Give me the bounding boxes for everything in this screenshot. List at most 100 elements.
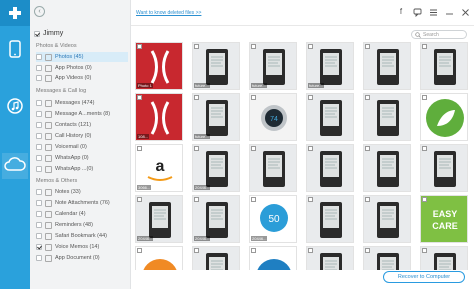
sidebar-item-app-videos[interactable]: App Videos (0)	[36, 73, 128, 83]
facebook-icon[interactable]: f	[396, 7, 406, 17]
thumbnail-label: 108...	[137, 134, 150, 139]
sidebar-item-message-attachments[interactable]: Message A...ments (8)	[36, 109, 128, 119]
thumbnail-label: future...	[308, 83, 324, 88]
photo-thumbnail[interactable]	[306, 93, 354, 141]
thumbnail-checkbox[interactable]	[308, 197, 313, 202]
photo-thumbnail[interactable]	[135, 246, 183, 270]
thumbnail-checkbox[interactable]	[308, 95, 313, 100]
thumbnail-checkbox[interactable]	[422, 146, 427, 151]
sidebar-item-reminders[interactable]: Reminders (48)	[36, 220, 128, 230]
sidebar-item-app-photos[interactable]: App Photos (0)	[36, 63, 128, 73]
minimize-icon[interactable]	[444, 7, 454, 17]
thumbnail-checkbox[interactable]	[422, 95, 427, 100]
sidebar-item-voicemail[interactable]: Voicemail (0)	[36, 142, 128, 152]
sidebar-item-app-document[interactable]: App Document (0)	[36, 253, 128, 263]
thumbnail-checkbox[interactable]	[308, 248, 313, 253]
sidebar-item-voice-memos[interactable]: Voice Memos (14)	[36, 242, 128, 252]
thumbnail-checkbox[interactable]	[194, 248, 199, 253]
photo-thumbnail[interactable]: WATER	[249, 246, 297, 270]
photo-thumbnail[interactable]: future...	[192, 42, 240, 90]
photo-thumbnail[interactable]	[306, 246, 354, 270]
easy-care-photo: EASY CARE	[421, 196, 467, 242]
sidebar-item-notes[interactable]: Notes (33)	[36, 187, 128, 197]
photo-thumbnail[interactable]	[306, 195, 354, 243]
sidebar-item-call-history[interactable]: Call History (0)	[36, 131, 128, 141]
photo-thumbnail[interactable]	[306, 144, 354, 192]
photo-thumbnail[interactable]: 20446...	[135, 195, 183, 243]
photo-thumbnail[interactable]	[363, 93, 411, 141]
photo-thumbnail[interactable]: 20446...	[192, 144, 240, 192]
thumbnail-checkbox[interactable]	[194, 95, 199, 100]
photo-thumbnail[interactable]: future...	[249, 42, 297, 90]
thumbnail-checkbox[interactable]	[251, 95, 256, 100]
thumbnail-checkbox[interactable]	[308, 146, 313, 151]
thumbnail-checkbox[interactable]	[137, 248, 142, 253]
section-messages-call-log: Messages & Call log	[36, 88, 87, 94]
thumbnail-checkbox[interactable]	[251, 248, 256, 253]
thumbnail-checkbox[interactable]	[422, 248, 427, 253]
itunes-backup-icon[interactable]	[7, 97, 23, 115]
thumbnail-checkbox[interactable]	[365, 248, 370, 253]
photo-thumbnail[interactable]	[420, 42, 468, 90]
top-bar: Want to know deleted files >> f	[131, 0, 474, 26]
sidebar-user[interactable]: Jimmy	[34, 30, 63, 37]
sidebar-item-messages[interactable]: Messages (474)	[36, 98, 128, 108]
thumbnail-checkbox[interactable]	[365, 146, 370, 151]
section-photos-videos: Photos & Videos	[36, 43, 77, 49]
sidebar-item-safari-bookmark[interactable]: Safari Bookmark (44)	[36, 231, 128, 241]
photo-thumbnail[interactable]: 20446...	[192, 195, 240, 243]
thumbnail-checkbox[interactable]	[251, 146, 256, 151]
device-phone-icon[interactable]	[7, 40, 23, 58]
photo-thumbnail[interactable]: future...	[306, 42, 354, 90]
photo-thumbnail[interactable]: future...	[192, 93, 240, 141]
sidebar-item-note-attachments[interactable]: Note Attachments (76)	[36, 198, 128, 208]
thumbnail-checkbox[interactable]	[194, 44, 199, 49]
photo-thumbnail[interactable]	[363, 42, 411, 90]
thumbnail-checkbox[interactable]	[251, 197, 256, 202]
thumbnail-checkbox[interactable]	[194, 146, 199, 151]
photo-thumbnail[interactable]	[192, 246, 240, 270]
back-icon[interactable]: ‹	[34, 6, 45, 17]
icloud-backup-icon[interactable]	[2, 153, 28, 179]
search-input[interactable]: Search	[411, 30, 467, 39]
photo-thumbnail[interactable]	[420, 93, 468, 141]
thumbnail-checkbox[interactable]	[365, 197, 370, 202]
sidebar-item-whatsapp-attachments[interactable]: WhatsApp ...(0)	[36, 164, 128, 174]
photo-thumbnail[interactable]	[249, 144, 297, 192]
sidebar-item-photos[interactable]: Photos (45)	[36, 52, 128, 62]
thumbnail-checkbox[interactable]	[137, 197, 142, 202]
photo-thumbnail[interactable]	[363, 195, 411, 243]
thumbnail-checkbox[interactable]	[422, 197, 427, 202]
photo-thumbnail[interactable]	[363, 246, 411, 270]
thumbnail-checkbox[interactable]	[365, 44, 370, 49]
thumbnail-checkbox[interactable]	[365, 95, 370, 100]
feedback-icon[interactable]	[412, 7, 422, 17]
deleted-files-link[interactable]: Want to know deleted files >>	[136, 10, 201, 16]
photo-thumbnail[interactable]	[420, 144, 468, 192]
thumbnail-checkbox[interactable]	[137, 95, 142, 100]
thumbnail-checkbox[interactable]	[308, 44, 313, 49]
sidebar-item-whatsapp[interactable]: WhatsApp (0)	[36, 153, 128, 163]
sidebar-item-calendar[interactable]: Calendar (4)	[36, 209, 128, 219]
thumbnail-checkbox[interactable]	[137, 146, 142, 151]
note-attachment-icon	[45, 199, 52, 207]
user-checkbox[interactable]	[34, 30, 40, 37]
photo-thumbnail[interactable]	[363, 144, 411, 192]
thumbnail-checkbox[interactable]	[251, 44, 256, 49]
thumbnail-checkbox[interactable]	[422, 44, 427, 49]
photo-thumbnail[interactable]	[420, 246, 468, 270]
photo-thumbnail[interactable]: Photo 1	[135, 42, 183, 90]
recover-to-computer-button[interactable]: Recover to Computer	[383, 271, 465, 283]
thumbnail-checkbox[interactable]	[137, 44, 142, 49]
ereader-photo	[364, 247, 410, 270]
menu-icon[interactable]	[428, 7, 438, 17]
photo-thumbnail[interactable]: 74	[249, 93, 297, 141]
whatsapp-icon	[45, 154, 52, 162]
photo-thumbnail[interactable]: a 3066...	[135, 144, 183, 192]
sidebar-item-contacts[interactable]: Contacts (121)	[36, 120, 128, 130]
photo-thumbnail[interactable]: 108...	[135, 93, 183, 141]
photo-thumbnail[interactable]: EASY CARE	[420, 195, 468, 243]
close-icon[interactable]	[460, 7, 470, 17]
thumbnail-checkbox[interactable]	[194, 197, 199, 202]
photo-thumbnail[interactable]: 50 20446...	[249, 195, 297, 243]
